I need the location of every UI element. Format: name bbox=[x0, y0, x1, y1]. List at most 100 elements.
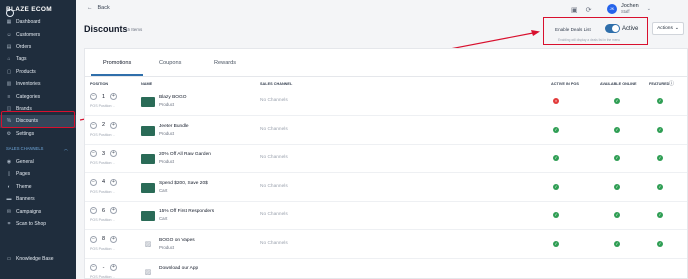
featured-check-icon: ✓ bbox=[657, 183, 663, 190]
col-available-online: AVAILABLE ONLINE bbox=[600, 82, 637, 86]
col-featured: FEATURED bbox=[649, 82, 670, 86]
pos-position-label: POS Position: - bbox=[90, 275, 115, 279]
tab-coupons[interactable]: Coupons bbox=[159, 60, 181, 66]
pos-position-label: POS Position: - bbox=[90, 132, 115, 137]
tab-bar: Promotions Coupons Rewards bbox=[85, 49, 687, 77]
table-row[interactable]: −2 + POS Position: - Jeeter Bundle Product No… bbox=[85, 118, 687, 145]
image-placeholder-icon: ▨ bbox=[144, 269, 152, 276]
available-online-check-icon: ✓ bbox=[614, 212, 620, 218]
position-number: 6 bbox=[101, 207, 106, 214]
tab-rewards[interactable]: Rewards bbox=[214, 60, 236, 66]
decrement-button[interactable]: − bbox=[90, 235, 97, 243]
active-in-pos-check-icon: ✓ bbox=[553, 155, 559, 161]
tab-underline bbox=[91, 74, 143, 76]
featured-check-icon: ✓ bbox=[657, 240, 663, 247]
active-in-pos-x-icon: × bbox=[553, 98, 559, 104]
table-row[interactable]: −8 + POS Position: - ▨ BOGO on Vapes Product N… bbox=[85, 232, 687, 259]
decrement-button[interactable]: − bbox=[90, 178, 97, 186]
sales-channel-value: No Channels bbox=[260, 212, 288, 217]
pos-position-label: POS Position: - bbox=[90, 189, 115, 194]
promotion-type: Cart bbox=[159, 216, 168, 221]
promo-thumbnail bbox=[141, 125, 155, 136]
col-name: NAME bbox=[141, 82, 153, 86]
active-in-pos-check-icon: ✓ bbox=[553, 212, 559, 218]
promotion-type: Cart bbox=[159, 187, 168, 193]
pos-position-label: POS Position: - bbox=[90, 218, 115, 222]
position-number: 3 bbox=[101, 150, 106, 157]
col-sales-channel: SALES CHANNEL bbox=[260, 82, 293, 86]
col-position: POSITION bbox=[90, 82, 109, 86]
pos-position-label: POS Position: - bbox=[90, 161, 115, 165]
table-row[interactable]: −1 + POS Position: - Blazy BOGO Product No Ch… bbox=[85, 89, 687, 116]
position-number: 8 bbox=[101, 236, 106, 242]
table-row[interactable]: −4 + POS Position: - Spend $200, Save 20$ Ca… bbox=[85, 175, 687, 202]
promotion-name[interactable]: 20% Off All Raw Garden bbox=[159, 152, 211, 157]
position-number: - bbox=[102, 264, 105, 271]
decrement-button[interactable]: − bbox=[90, 93, 97, 100]
table-row[interactable]: −6 + POS Position: - 15% Off First Responde… bbox=[85, 203, 687, 230]
active-in-pos-check-icon: ✓ bbox=[553, 183, 559, 190]
increment-button[interactable]: + bbox=[110, 235, 117, 243]
sales-channel-value: No Channels bbox=[260, 98, 288, 103]
tab-promotions[interactable]: Promotions bbox=[103, 60, 131, 66]
promotion-type: Product bbox=[159, 102, 175, 107]
increment-button[interactable]: + bbox=[110, 207, 117, 214]
available-online-check-icon: ✓ bbox=[614, 155, 620, 161]
position-control: −3 + bbox=[90, 150, 117, 157]
increment-button[interactable]: + bbox=[110, 93, 117, 100]
position-number: 4 bbox=[101, 179, 106, 185]
sales-channel-value: No Channels bbox=[260, 126, 288, 132]
promo-thumbnail bbox=[141, 182, 155, 193]
position-control: −1 + bbox=[90, 93, 117, 100]
featured-check-icon: ✓ bbox=[657, 126, 663, 133]
increment-button[interactable]: + bbox=[110, 121, 117, 129]
available-online-check-icon: ✓ bbox=[614, 98, 620, 104]
promotion-type: Product bbox=[159, 159, 175, 164]
position-control: −4 + bbox=[90, 178, 117, 186]
promotion-name[interactable]: 15% Off First Responders bbox=[159, 209, 214, 214]
image-placeholder-icon: ▨ bbox=[144, 240, 152, 248]
promotion-name[interactable]: BOGO on Vapes bbox=[159, 238, 195, 243]
promotion-type: Product bbox=[159, 130, 175, 136]
promo-thumbnail bbox=[141, 97, 155, 107]
increment-button[interactable]: + bbox=[110, 178, 117, 186]
col-active-pos: ACTIVE IN POS bbox=[551, 82, 579, 86]
decrement-button[interactable]: − bbox=[90, 207, 97, 214]
available-online-check-icon: ✓ bbox=[614, 126, 620, 133]
table-header: POSITION NAME SALES CHANNEL ACTIVE IN PO… bbox=[85, 80, 687, 88]
position-control: −6 + bbox=[90, 207, 117, 214]
position-number: 2 bbox=[101, 122, 106, 128]
sales-channel-value: No Channels bbox=[260, 155, 288, 160]
promotion-type: Product bbox=[159, 244, 175, 250]
increment-button[interactable]: + bbox=[110, 150, 117, 157]
featured-check-icon: ✓ bbox=[657, 212, 663, 218]
promotion-name[interactable]: Spend $200, Save 20$ bbox=[159, 181, 208, 186]
pos-position-label: POS Position: - bbox=[90, 246, 115, 251]
decrement-button[interactable]: − bbox=[90, 150, 97, 157]
sales-channel-value: No Channels bbox=[260, 183, 288, 189]
table-row[interactable]: − - + POS Position: - ▨ Download our App bbox=[85, 260, 687, 279]
promo-thumbnail bbox=[141, 211, 155, 221]
promotion-name[interactable]: Download our App bbox=[159, 266, 198, 271]
position-control: −2 + bbox=[90, 121, 117, 129]
discounts-card: Promotions Coupons Rewards POSITION NAME… bbox=[84, 48, 688, 279]
decrement-button[interactable]: − bbox=[90, 121, 97, 129]
promotion-name[interactable]: Blazy BOGO bbox=[159, 95, 186, 100]
available-online-check-icon: ✓ bbox=[614, 183, 620, 190]
position-control: − - + bbox=[90, 264, 117, 271]
sales-channel-value: No Channels bbox=[260, 240, 288, 246]
info-icon[interactable]: ⓘ bbox=[669, 80, 674, 87]
table-row[interactable]: −3 + POS Position: - 20% Off All Raw Garden… bbox=[85, 146, 687, 173]
available-online-check-icon: ✓ bbox=[614, 240, 620, 247]
position-number: 1 bbox=[101, 93, 106, 100]
active-in-pos-check-icon: ✓ bbox=[553, 126, 559, 133]
decrement-button[interactable]: − bbox=[90, 264, 97, 271]
increment-button[interactable]: + bbox=[110, 264, 117, 271]
pos-position-label: POS Position: - bbox=[90, 104, 115, 108]
active-in-pos-check-icon: ✓ bbox=[553, 240, 559, 247]
position-control: −8 + bbox=[90, 235, 117, 243]
promotion-name[interactable]: Jeeter Bundle bbox=[159, 124, 189, 129]
promo-thumbnail bbox=[141, 154, 155, 164]
featured-check-icon: ✓ bbox=[657, 155, 663, 161]
featured-check-icon: ✓ bbox=[657, 98, 663, 104]
